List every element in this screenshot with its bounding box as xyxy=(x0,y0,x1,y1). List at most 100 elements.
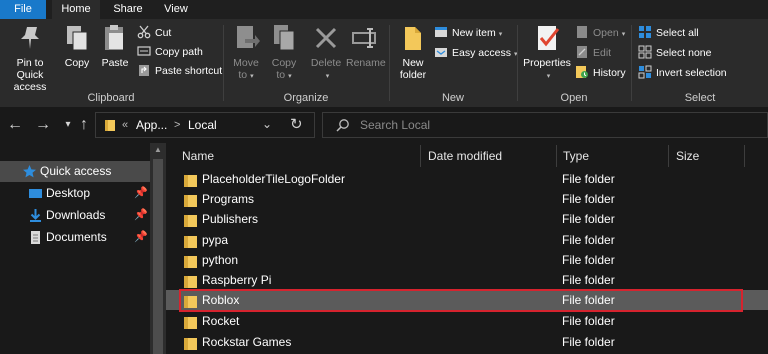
file-row[interactable]: Publishers File folder xyxy=(166,209,768,229)
new-folder-label-line2: folder xyxy=(399,69,427,81)
organize-group: Move to ▾ Copy to ▾ Delete ▾ Rename Organiz… xyxy=(224,19,388,107)
new-item-icon xyxy=(434,25,448,39)
file-type: File folder xyxy=(562,253,615,267)
pin-icon xyxy=(15,23,45,53)
file-name: Rockstar Games xyxy=(202,335,292,349)
edit-button[interactable]: Edit xyxy=(575,44,611,63)
download-icon xyxy=(28,208,43,223)
rename-button[interactable]: Rename xyxy=(346,23,386,69)
file-row[interactable]: Rocket File folder xyxy=(166,311,768,331)
invert-selection-button[interactable]: Invert selection xyxy=(638,64,727,83)
nav-item-downloads[interactable]: Downloads 📌 xyxy=(0,205,150,226)
new-item-label: New item xyxy=(452,27,496,39)
copy-to-icon xyxy=(269,23,299,53)
search-field[interactable]: Search Local xyxy=(322,112,768,138)
file-row[interactable]: python File folder xyxy=(166,250,768,270)
move-to-label-line1: Move xyxy=(233,57,259,69)
ribbon: Pin to Quick access Copy Paste Cut Copy … xyxy=(0,19,768,107)
new-folder-button[interactable]: New folder xyxy=(396,23,430,81)
cut-label: Cut xyxy=(155,27,172,39)
address-field[interactable]: « App... > Local ⌄ ↻ xyxy=(95,112,315,138)
select-all-label: Select all xyxy=(656,27,699,39)
paste-shortcut-label: Paste shortcut xyxy=(155,65,223,77)
pinned-icon[interactable]: 📌 xyxy=(134,205,148,226)
annotation-highlight-box xyxy=(179,289,743,312)
column-header-size[interactable]: Size xyxy=(676,143,699,169)
file-type: File folder xyxy=(562,212,615,226)
tab-file[interactable]: File xyxy=(0,0,46,19)
cut-button[interactable]: Cut xyxy=(137,24,171,43)
properties-button[interactable]: Properties ▾ xyxy=(522,23,572,83)
back-arrow-icon[interactable]: ← xyxy=(5,115,25,135)
easy-access-button[interactable]: Easy access ▾ xyxy=(434,44,517,63)
tab-view[interactable]: View xyxy=(154,0,198,19)
new-item-button[interactable]: New item ▾ xyxy=(434,24,502,43)
nav-item-label: Downloads xyxy=(46,208,106,222)
clipboard-group: Pin to Quick access Copy Paste Cut Copy … xyxy=(0,19,222,107)
breadcrumb-appdata[interactable]: App... xyxy=(136,118,167,132)
file-row[interactable]: Rockstar Games File folder xyxy=(166,332,768,352)
paste-shortcut-button[interactable]: Paste shortcut xyxy=(137,62,222,81)
navigation-pane-scrollbar[interactable]: ▲ xyxy=(150,143,166,354)
file-row[interactable]: Programs File folder xyxy=(166,189,768,209)
nav-item-quick-access[interactable]: Quick access xyxy=(0,161,150,182)
address-dropdown-chevron-icon[interactable]: ⌄ xyxy=(262,117,272,131)
new-folder-icon xyxy=(398,23,428,53)
file-name: pypa xyxy=(202,233,229,247)
breadcrumb-overflow[interactable]: « xyxy=(122,118,128,132)
copy-path-button[interactable]: Copy path xyxy=(137,43,203,62)
nav-item-documents[interactable]: Documents 📌 xyxy=(0,227,150,248)
scrollbar-thumb[interactable] xyxy=(153,159,163,354)
forward-arrow-icon[interactable]: → xyxy=(33,115,53,135)
column-header-date-modified[interactable]: Date modified xyxy=(428,143,502,169)
column-header-name[interactable]: Name xyxy=(182,143,214,169)
column-divider[interactable] xyxy=(556,145,557,167)
new-group: New folder New item ▾ Easy access ▾ New xyxy=(390,19,517,107)
select-all-icon xyxy=(638,25,652,39)
history-label: History xyxy=(593,67,626,79)
copy-button[interactable]: Copy xyxy=(62,23,92,69)
nav-item-label: Desktop xyxy=(46,186,91,200)
column-divider[interactable] xyxy=(420,145,421,167)
copy-path-icon xyxy=(137,44,151,58)
column-divider[interactable] xyxy=(744,145,745,167)
file-row[interactable]: pypa File folder xyxy=(166,230,768,250)
folder-icon xyxy=(184,315,197,329)
file-name: Programs xyxy=(202,192,255,206)
up-arrow-icon[interactable]: ↑ xyxy=(74,115,94,135)
open-group: Properties ▾ Open ▾ Edit History Open xyxy=(518,19,630,107)
folder-icon xyxy=(184,336,197,350)
pin-to-quick-access-button[interactable]: Pin to Quick access xyxy=(2,23,58,93)
breadcrumb-local[interactable]: Local xyxy=(188,118,217,132)
move-to-button[interactable]: Move to ▾ xyxy=(230,23,262,83)
folder-icon xyxy=(184,213,197,227)
open-icon xyxy=(575,25,589,39)
file-row[interactable]: Raspberry Pi File folder xyxy=(166,270,768,290)
tab-share[interactable]: Share xyxy=(104,0,152,19)
select-all-button[interactable]: Select all xyxy=(638,24,699,43)
copy-to-label-line2: to xyxy=(276,69,286,81)
scroll-up-arrow-icon[interactable]: ▲ xyxy=(150,143,166,157)
pinned-icon[interactable]: 📌 xyxy=(134,227,148,248)
nav-item-desktop[interactable]: Desktop 📌 xyxy=(0,183,150,204)
history-button[interactable]: History xyxy=(575,64,626,83)
organize-group-label: Organize xyxy=(283,92,329,104)
nav-item-label: Quick access xyxy=(40,164,112,178)
refresh-icon[interactable]: ↻ xyxy=(290,115,303,133)
paste-button[interactable]: Paste xyxy=(98,23,132,69)
file-type: File folder xyxy=(562,233,615,247)
column-divider[interactable] xyxy=(668,145,669,167)
column-header-type[interactable]: Type xyxy=(563,143,589,169)
open-button[interactable]: Open ▾ xyxy=(575,24,625,43)
copy-to-button[interactable]: Copy to ▾ xyxy=(268,23,300,83)
pinned-icon[interactable]: 📌 xyxy=(134,183,148,204)
file-row[interactable]: PlaceholderTileLogoFolder File folder xyxy=(166,169,768,189)
edit-label: Edit xyxy=(593,47,612,59)
select-none-button[interactable]: Select none xyxy=(638,44,711,63)
select-none-icon xyxy=(638,45,652,59)
delete-button[interactable]: Delete ▾ xyxy=(308,23,344,83)
easy-access-icon xyxy=(434,45,448,59)
tab-home[interactable]: Home xyxy=(52,0,100,19)
clipboard-group-label: Clipboard xyxy=(87,92,135,104)
file-name: Publishers xyxy=(202,212,259,226)
